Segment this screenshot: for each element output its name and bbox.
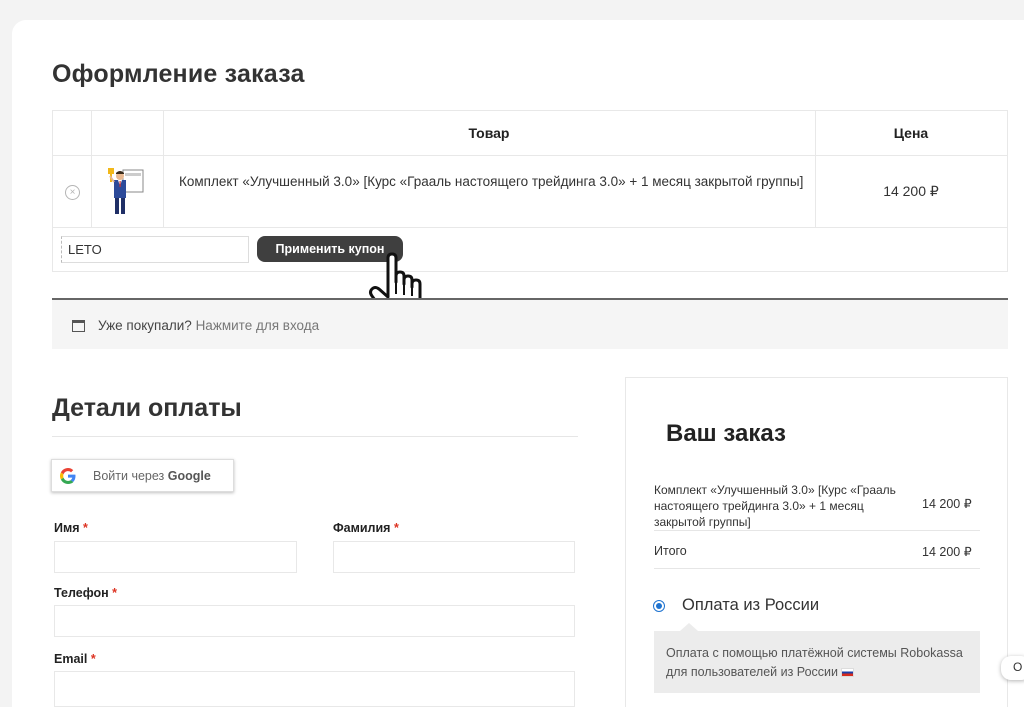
email-field[interactable] — [54, 671, 575, 707]
column-divider — [91, 111, 92, 155]
last-name-label: Фамилия * — [333, 521, 399, 535]
column-divider — [163, 111, 164, 155]
cart-item-price: 14 200 ₽ — [883, 183, 939, 199]
calendar-icon — [72, 320, 85, 332]
payment-method-radio[interactable] — [653, 600, 665, 612]
required-mark: * — [393, 521, 399, 535]
google-login-prefix: Войти через — [93, 469, 165, 483]
column-divider — [163, 156, 164, 227]
first-name-field[interactable] — [54, 541, 297, 573]
last-name-label-text: Фамилия — [333, 521, 391, 535]
required-mark: * — [112, 586, 118, 600]
cart-item-name[interactable]: Комплект «Улучшенный 3.0» [Курс «Грааль … — [179, 171, 809, 193]
first-name-label: Имя * — [54, 521, 88, 535]
email-label-text: Email — [54, 652, 88, 666]
remove-item-icon[interactable]: × — [65, 185, 80, 200]
phone-label-text: Телефон — [54, 586, 109, 600]
page-title: Оформление заказа — [52, 60, 305, 88]
order-divider — [654, 530, 980, 531]
payment-method-description: Оплата с помощью платёжной системы Robok… — [654, 623, 980, 693]
order-title: Ваш заказ — [666, 420, 786, 447]
order-item-name: Комплект «Улучшенный 3.0» [Курс «Грааль … — [654, 483, 896, 529]
russia-flag-icon — [841, 668, 855, 678]
email-label: Email * — [54, 652, 96, 666]
coupon-input[interactable] — [61, 236, 249, 263]
order-divider — [654, 568, 980, 569]
column-divider — [815, 111, 816, 155]
billing-divider — [52, 436, 578, 437]
google-login-button[interactable]: Войти через Google — [51, 459, 234, 492]
login-link[interactable]: Нажмите для входа — [196, 318, 320, 333]
side-widget-chip[interactable]: O — [1001, 656, 1024, 680]
required-mark: * — [83, 521, 88, 535]
order-review-panel: Ваш заказ Комплект «Улучшенный 3.0» [Кур… — [625, 377, 1008, 707]
cart-header-row: Товар Цена — [53, 111, 1007, 156]
order-item-price: 14 200 ₽ — [922, 497, 972, 511]
product-column-header: Товар — [468, 125, 510, 141]
order-total-label: Итого — [654, 544, 687, 558]
phone-field[interactable] — [54, 605, 575, 637]
google-brand-text: Google — [167, 469, 211, 483]
cart-table: Товар Цена × Комплект «Улучшенный 3.0» [… — [52, 110, 1008, 272]
coupon-row: Применить купон — [53, 228, 1007, 272]
product-thumbnail-icon[interactable] — [105, 166, 147, 218]
returning-customer-notice: Уже покупали? Нажмите для входа — [52, 298, 1008, 349]
cart-item-row: × Комплект «Улучшенный 3.0» [Курс «Граал… — [53, 156, 1007, 228]
price-column-header: Цена — [893, 125, 929, 141]
order-total-value: 14 200 ₽ — [922, 545, 972, 559]
first-name-label-text: Имя — [54, 521, 80, 535]
phone-label: Телефон * — [54, 586, 117, 600]
billing-title: Детали оплаты — [52, 394, 242, 422]
google-logo-icon — [60, 468, 76, 484]
payment-description-text: Оплата с помощью платёжной системы Robok… — [666, 646, 963, 679]
payment-method-label[interactable]: Оплата из России — [682, 596, 819, 615]
google-login-label: Войти через Google — [93, 469, 211, 483]
column-divider — [91, 156, 92, 227]
login-notice-question: Уже покупали? — [98, 318, 192, 333]
last-name-field[interactable] — [333, 541, 575, 573]
login-notice-text: Уже покупали? Нажмите для входа — [98, 318, 319, 333]
required-mark: * — [90, 652, 96, 666]
